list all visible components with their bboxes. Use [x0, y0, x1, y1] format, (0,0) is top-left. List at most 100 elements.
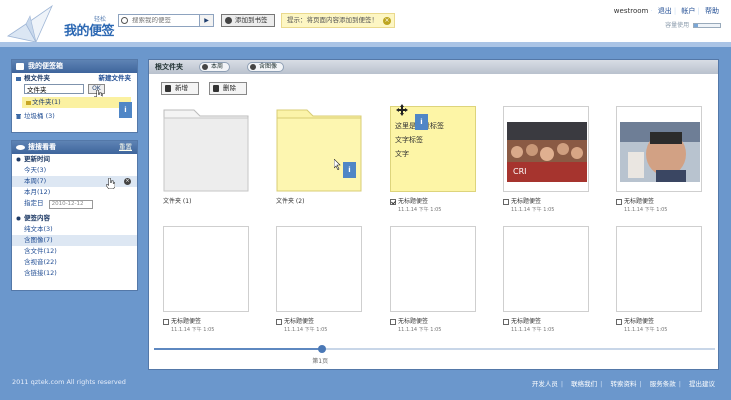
date-filter-row: 指定日 — [12, 198, 137, 209]
folder-name-row: OK — [12, 84, 137, 101]
new-button[interactable]: 新增 — [161, 82, 199, 95]
card-title: 无标题便签 — [503, 316, 541, 325]
filter-chip-image[interactable]: 含图像 — [247, 62, 285, 72]
card-date: 11.1.14 下午 1:05 — [398, 207, 442, 213]
reset-link[interactable]: 重置 — [119, 141, 132, 154]
tag-box-header: 我的便签箱 — [12, 60, 137, 73]
root-folder-row[interactable]: 根文件夹 新建文件夹 — [12, 73, 137, 84]
new-folder-link[interactable]: 新建文件夹 — [99, 73, 132, 84]
trash-link[interactable]: 垃圾桶 (3) — [24, 112, 55, 120]
header-divider — [0, 42, 731, 47]
card-checkbox[interactable] — [616, 198, 622, 205]
trash-row[interactable]: 垃圾桶 (3) — [12, 111, 137, 122]
date-label[interactable]: 指定日 — [24, 199, 44, 207]
breadcrumb: 根文件夹 — [155, 63, 183, 71]
footer-links: 开发人员 | 联络我们 | 转索资料 | 服务条款 | 提出建议 — [531, 380, 715, 388]
card-title: 无标题便签 — [616, 316, 654, 325]
content-filter-file[interactable]: 含文件(12) — [12, 246, 137, 257]
copyright: 2011 qztek.com All rights reserved — [12, 378, 126, 386]
content-filter-image[interactable]: 含图像(7) — [12, 235, 137, 246]
time-filter-today[interactable]: 今天(3) — [12, 165, 137, 176]
note-card-empty[interactable] — [163, 226, 249, 312]
card-title: 无标题便签 — [390, 316, 428, 325]
content-filter-link[interactable]: 含链接(12) — [12, 268, 137, 279]
card-title: 文件夹 (2) — [276, 198, 305, 205]
note-card-empty[interactable] — [390, 226, 476, 312]
folder-card-1[interactable] — [163, 106, 249, 192]
logo-text[interactable]: 我的便签 — [64, 20, 115, 39]
note-card-empty[interactable] — [276, 226, 362, 312]
folder-icon — [16, 77, 21, 81]
username: westroom — [613, 7, 649, 15]
watermark-text: CRI — [513, 167, 527, 176]
card-title: 无标题便签 — [503, 196, 541, 205]
folder-item-label: 文件夹(1) — [32, 98, 61, 106]
account-link[interactable]: 帐户 — [681, 7, 695, 15]
portrait-photo-image — [620, 122, 700, 182]
tip-text: 提示：将页面内容添加到便签！ — [287, 16, 378, 24]
card-date: 11.1.14 下午 1:05 — [624, 207, 668, 213]
card-title: 无标题便签 — [616, 196, 654, 205]
new-doc-icon — [165, 85, 171, 92]
folder-name-input[interactable] — [24, 84, 84, 94]
card-checkbox[interactable] — [390, 318, 396, 325]
box-icon — [16, 63, 24, 70]
note-card-empty[interactable] — [503, 226, 589, 312]
move-cursor-icon — [396, 104, 408, 116]
note-card-empty[interactable] — [616, 226, 702, 312]
update-time-section: 更新时间 — [12, 154, 137, 165]
close-tip-icon[interactable]: × — [383, 17, 391, 25]
search-go-button[interactable]: ▶ — [199, 15, 213, 26]
note-card-text[interactable]: 这里是一段标签 文字标签 文字 — [390, 106, 476, 192]
card-date: 11.1.14 下午 1:05 — [398, 327, 442, 333]
footer-link[interactable]: 开发人员 — [532, 380, 558, 388]
user-links: westroom · 退出 | 帐户 | 帮助 — [613, 7, 719, 15]
note-card-photo-1[interactable]: CRI — [503, 106, 589, 192]
footer-link[interactable]: 转索资料 — [610, 380, 636, 388]
folder-item-row[interactable]: 文件夹(1) — [22, 97, 131, 108]
plus-circle-icon — [225, 17, 232, 24]
info-badge-icon: i — [415, 114, 428, 130]
remove-chip-icon — [250, 64, 256, 70]
card-checkbox[interactable] — [163, 318, 169, 325]
filter-chip-week[interactable]: 本周 — [199, 62, 231, 72]
capacity-bar — [693, 23, 721, 28]
pagination-slider: 第1页 — [148, 342, 719, 370]
card-checkbox[interactable] — [503, 198, 509, 205]
card-title: 无标题便签 — [390, 196, 428, 205]
search-filter-panel: 搜搜看看 重置 更新时间 今天(3) 本周(7) × 本月(12) 指定日 便签… — [11, 140, 138, 291]
card-checkbox[interactable] — [616, 318, 622, 325]
footer-link[interactable]: 联络我们 — [571, 380, 597, 388]
content-filter-text[interactable]: 纯文本(3) — [12, 224, 137, 235]
crowd-photo-image: CRI — [507, 122, 587, 182]
delete-icon — [213, 85, 219, 92]
card-checkbox[interactable] — [503, 318, 509, 325]
card-checkbox[interactable] — [276, 318, 282, 325]
top-bar: 轻松 我的便签 ▶ 添加到书签 提示：将页面内容添加到便签！ × westroo… — [0, 0, 731, 46]
logout-link[interactable]: 退出 — [658, 7, 672, 15]
remove-filter-icon[interactable]: × — [124, 178, 131, 185]
pager-handle[interactable] — [318, 345, 327, 353]
help-link[interactable]: 帮助 — [705, 7, 719, 15]
search-filter-header: 搜搜看看 重置 — [12, 141, 137, 154]
time-filter-month[interactable]: 本月(12) — [12, 187, 137, 198]
trash-icon — [16, 114, 21, 119]
pager-fill — [154, 348, 323, 350]
card-title: 无标题便签 — [276, 316, 314, 325]
date-input[interactable] — [48, 199, 93, 209]
note-card-photo-2[interactable] — [616, 106, 702, 192]
tip-banner: 提示：将页面内容添加到便签！ × — [281, 13, 395, 28]
capacity-meter: 容量使用 — [665, 20, 721, 29]
card-checkbox[interactable] — [390, 198, 396, 205]
delete-button[interactable]: 删除 — [209, 82, 247, 95]
folder-card-2[interactable] — [276, 106, 362, 192]
card-title: 无标题便签 — [163, 316, 201, 325]
content-filter-media[interactable]: 含视音(22) — [12, 257, 137, 268]
time-filter-week[interactable]: 本周(7) × — [12, 176, 137, 189]
bullet-icon — [16, 216, 21, 221]
search-input[interactable] — [132, 17, 194, 24]
footer-link[interactable]: 提出建议 — [689, 380, 715, 388]
info-badge-icon: i — [343, 162, 356, 178]
add-bookmark-button[interactable]: 添加到书签 — [221, 14, 275, 27]
footer-link[interactable]: 服务条款 — [650, 380, 676, 388]
